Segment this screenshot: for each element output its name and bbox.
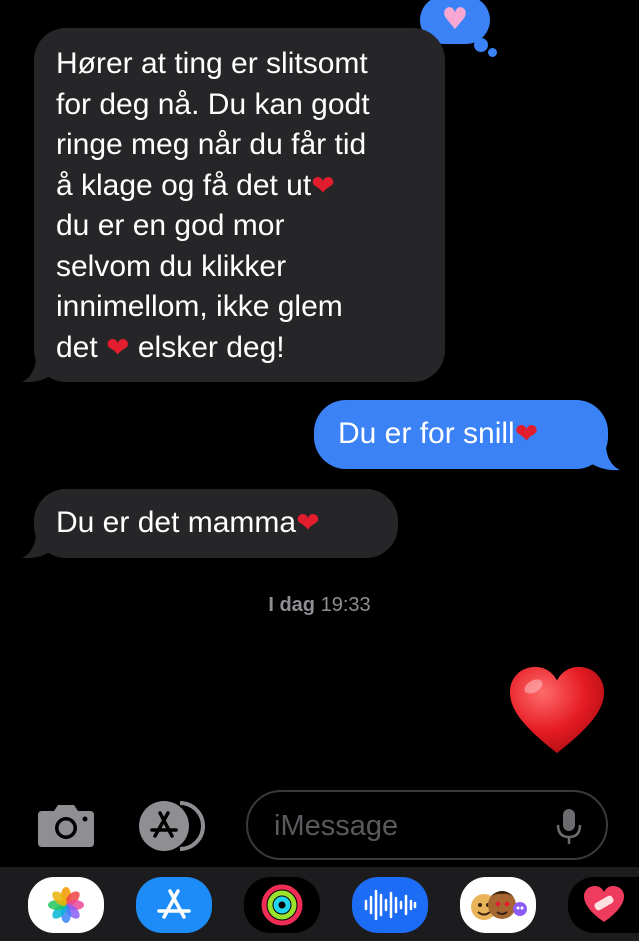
app-store-app-icon[interactable] — [136, 877, 212, 933]
message-text: Du er for snill — [338, 417, 515, 450]
big-heart-emoji-message[interactable] — [508, 664, 606, 756]
microphone-icon[interactable] — [556, 808, 582, 846]
heart-sticker-app-icon[interactable] — [568, 877, 639, 933]
red-heart-emoji: ❤ — [311, 168, 335, 202]
photos-flower-icon — [48, 887, 84, 923]
app-store-glyph-icon — [157, 889, 191, 919]
timestamp-day: I dag — [268, 594, 316, 616]
message-text: Du er det mamma — [56, 506, 297, 539]
incoming-message-bubble[interactable]: Hører at ting er slitsomt for deg nå. Du… — [34, 28, 445, 382]
camera-icon[interactable] — [36, 801, 96, 849]
memoji-faces-icon — [471, 891, 527, 920]
red-heart-emoji: ❤ — [296, 506, 320, 539]
timestamp-time: 19:33 — [320, 594, 371, 616]
message-timestamp: I dag 19:33 — [0, 594, 639, 617]
message-input-placeholder: iMessage — [274, 810, 399, 842]
red-heart-emoji: ❤ — [514, 417, 539, 450]
incoming-message-bubble[interactable]: Du er det mamma❤ — [34, 489, 398, 558]
photos-app-icon[interactable] — [28, 877, 104, 933]
incoming-bubble-tail — [22, 532, 56, 559]
outgoing-message-bubble[interactable]: Du er for snill❤ — [314, 400, 608, 469]
activity-app-icon[interactable] — [244, 877, 320, 933]
message-thread: ♥ Hører at ting er slitsomt for deg nå. … — [0, 0, 639, 785]
reaction-bubble-dot — [474, 38, 488, 52]
outgoing-bubble-tail — [586, 444, 620, 471]
audio-message-app-icon[interactable] — [352, 877, 428, 933]
app-store-icon[interactable] — [136, 800, 214, 852]
activity-rings-icon — [261, 884, 303, 926]
incoming-bubble-tail — [22, 356, 56, 383]
red-heart-emoji: ❤ — [106, 330, 130, 364]
waveform-icon — [364, 889, 417, 921]
memoji-app-icon[interactable] — [460, 877, 536, 933]
reaction-bubble-dot-small — [488, 48, 497, 57]
heart-reaction-icon: ♥ — [441, 2, 469, 37]
message-text: Hører at ting er slitsomt for deg nå. Du… — [56, 47, 370, 364]
message-input[interactable]: iMessage — [246, 790, 608, 860]
heart-bandage-icon — [583, 886, 624, 922]
